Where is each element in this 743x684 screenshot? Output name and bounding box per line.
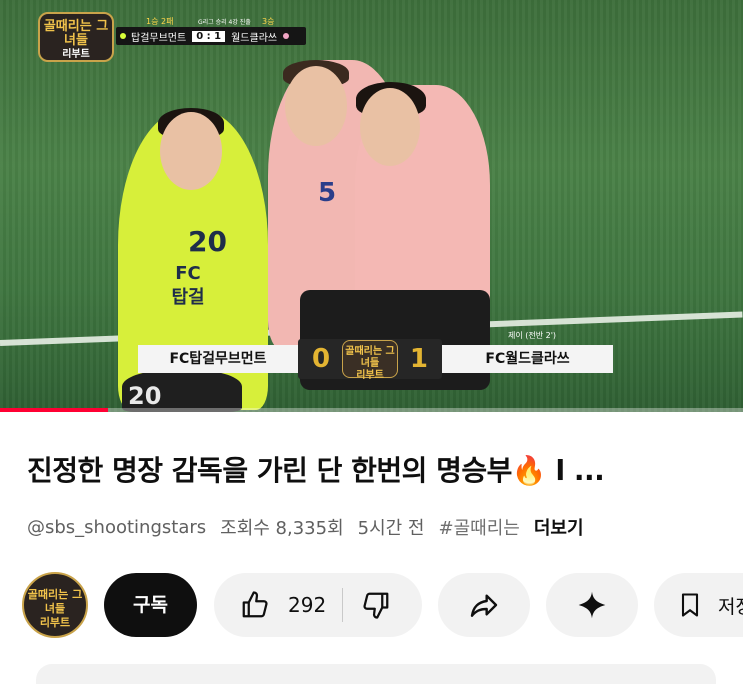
lower-third-scorebox: 0 골때리는 그녀들 리부트 1 xyxy=(298,339,442,381)
share-icon xyxy=(468,589,500,621)
video-progress-fill xyxy=(0,408,108,412)
like-count: 292 xyxy=(288,593,327,617)
scoreboard-records: 1승 2패 G리그 승리 4강 진출 3승 xyxy=(116,16,306,26)
thumbs-down-icon xyxy=(361,590,391,620)
comments-card-edge[interactable] xyxy=(36,664,716,684)
player-face xyxy=(360,88,420,166)
scoreboard-team-left: 탑걸무브먼트 xyxy=(131,32,187,44)
more-button[interactable]: 더보기 xyxy=(534,514,584,540)
player-face xyxy=(160,112,222,190)
jersey-number: 20 xyxy=(188,225,227,258)
video-progress-bar[interactable] xyxy=(0,408,743,412)
subscribe-button[interactable]: 구독 xyxy=(104,573,197,637)
show-logo: 골때리는 그녀들 리부트 xyxy=(38,12,114,62)
lower-third-logo-text: 골때리는 그녀들 xyxy=(345,346,395,369)
jersey-team-text: FC 탑걸 xyxy=(171,263,205,308)
score-right: 1 xyxy=(409,344,428,374)
channel-handle[interactable]: @sbs_shootingstars xyxy=(27,517,206,538)
dislike-button[interactable] xyxy=(343,573,391,637)
team-color-dot xyxy=(120,33,126,39)
show-logo-text: 골때리는 그녀들 xyxy=(43,19,109,48)
record-mid: G리그 승리 4강 진출 xyxy=(198,19,251,26)
avatar-text: 골때리는 그녀들 xyxy=(27,588,83,615)
team-color-dot xyxy=(283,33,290,39)
channel-avatar[interactable]: 골때리는 그녀들 리부트 xyxy=(22,572,88,638)
save-button[interactable]: 저장 xyxy=(654,573,743,637)
scoreboard-score: 0 : 1 xyxy=(192,30,226,42)
score-left: 0 xyxy=(312,344,331,374)
video-metadata[interactable]: @sbs_shootingstars 조회수 8,335회 5시간 전 #골때리… xyxy=(27,514,584,540)
record-left: 1승 2패 xyxy=(146,17,174,26)
lower-third-scoreboard: 제이 (전반 2') FC탑걸무브먼트 0 골때리는 그녀들 리부트 1 FC월… xyxy=(138,331,613,381)
sparkle-icon xyxy=(576,589,608,621)
thumbs-up-icon xyxy=(240,590,270,620)
upload-age: 5시간 전 xyxy=(357,518,425,539)
show-logo-sub: 리부트 xyxy=(62,49,90,60)
record-right: 3승 xyxy=(262,17,275,26)
player-face xyxy=(285,66,347,146)
scoreboard-main: 탑걸무브먼트 0 : 1 월드클라쓰 xyxy=(116,27,306,45)
like-dislike-group: 292 xyxy=(214,573,422,637)
lower-third-team-left: FC탑걸무브먼트 xyxy=(138,345,298,373)
goal-time: 제이 (전반 2') xyxy=(508,331,557,340)
like-button[interactable]: 292 xyxy=(214,573,326,637)
lower-third-logo: 골때리는 그녀들 리부트 xyxy=(342,340,398,381)
view-count: 조회수 8,335회 xyxy=(220,518,344,539)
avatar-sub: 리부트 xyxy=(39,616,71,629)
scoreboard-team-right: 월드클라쓰 xyxy=(231,32,278,44)
save-label: 저장 xyxy=(718,595,743,618)
action-bar: 골때리는 그녀들 리부트 구독 292 저 xyxy=(0,572,743,642)
jersey-number: 5 xyxy=(318,178,337,208)
bookmark-icon xyxy=(676,590,704,620)
video-player[interactable]: 20 FC 탑걸 5 20 골때리는 그녀들 리부트 1승 2패 G리그 승리 … xyxy=(0,0,743,412)
ask-ai-button[interactable] xyxy=(546,573,638,637)
video-title[interactable]: 진정한 명장 감독을 가린 단 한번의 명승부🔥 l ... xyxy=(27,449,727,489)
lower-third-team-right: FC월드클라쓰 xyxy=(442,345,613,373)
lower-third-logo-sub: 리부트 xyxy=(356,370,384,381)
scoreboard: 1승 2패 G리그 승리 4강 진출 3승 탑걸무브먼트 0 : 1 월드클라쓰 xyxy=(116,16,306,46)
shorts-number: 20 xyxy=(128,382,162,410)
share-button[interactable] xyxy=(438,573,530,637)
hashtag-link[interactable]: #골때리는 xyxy=(439,514,520,540)
